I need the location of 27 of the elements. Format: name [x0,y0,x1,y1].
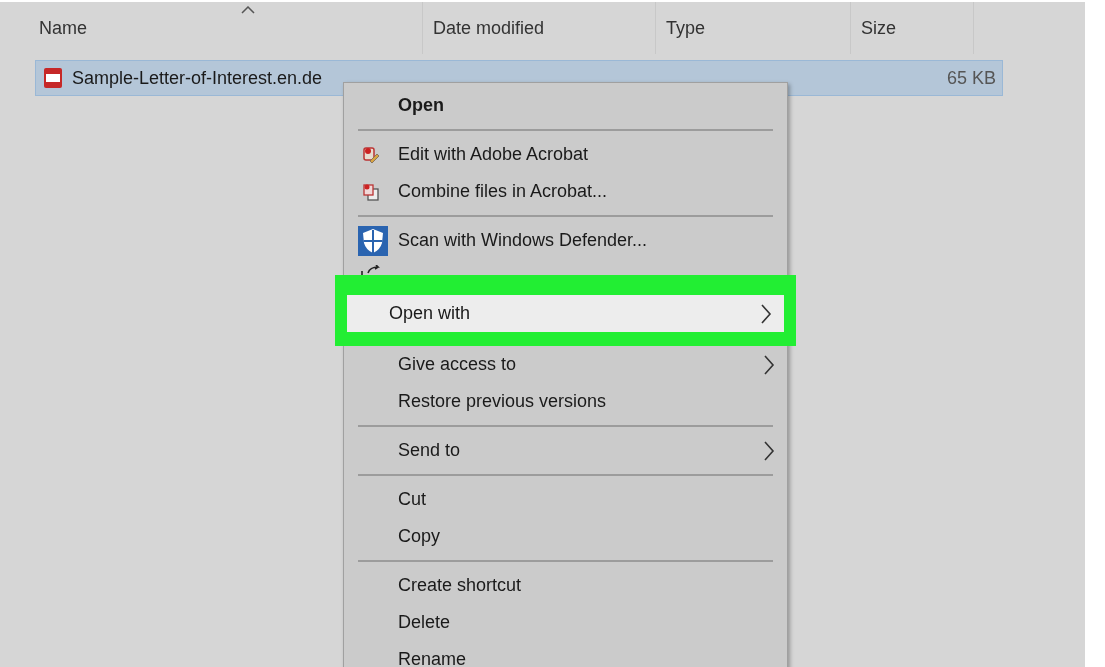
documents-icon [362,183,380,201]
pdf-file-icon [42,67,64,89]
menu-item[interactable]: Copy [344,518,787,555]
document-pen-icon [362,146,380,164]
menu-item[interactable]: Rename [344,641,787,667]
menu-item[interactable]: Edit with Adobe Acrobat [344,136,787,173]
menu-item[interactable]: Combine files in Acrobat... [344,173,787,210]
menu-item[interactable]: Scan with Windows Defender... [344,222,787,259]
chevron-right-icon [763,353,775,376]
column-header[interactable]: Size [851,2,974,54]
menu-item[interactable]: Give access to [344,346,787,383]
column-header[interactable]: Date modified [423,2,656,54]
menu-item[interactable]: Send to [344,432,787,469]
column-header[interactable]: Name [0,2,423,54]
sort-up-icon [240,6,255,14]
file-name: Sample-Letter-of-Interest.en.de [72,66,324,90]
curved-arrow-icon [360,265,382,275]
menu-item[interactable]: Open with [347,295,784,332]
column-header[interactable]: Type [656,2,851,54]
menu-item[interactable]: Create shortcut [344,567,787,604]
menu-item[interactable]: Cut [344,481,787,518]
file-size: 65 KB [945,66,997,90]
menu-item[interactable]: Restore previous versions [344,383,787,420]
chevron-right-icon [763,439,775,462]
menu-item[interactable]: Delete [344,604,787,641]
chevron-right-icon [760,302,772,325]
shield-icon [358,226,388,256]
